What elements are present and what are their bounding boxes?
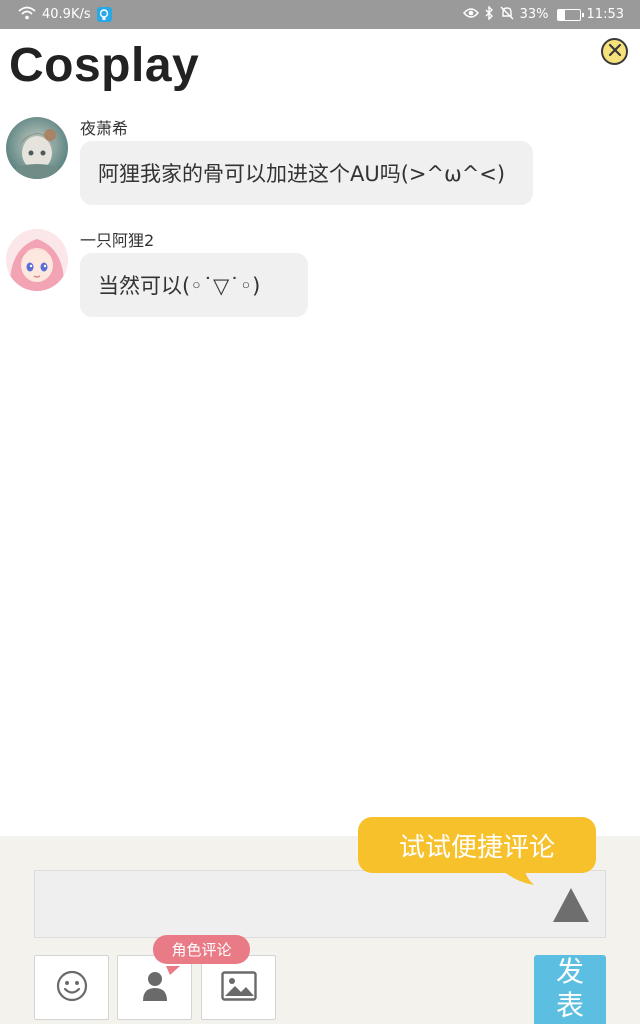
send-button[interactable]: 发表	[534, 955, 606, 1024]
username: 一只阿狸2	[80, 231, 155, 250]
image-button[interactable]	[201, 955, 276, 1020]
eye-icon	[462, 7, 479, 23]
status-right: 33% 11:53	[462, 4, 624, 24]
person-icon	[141, 970, 169, 1006]
clock: 11:53	[586, 7, 624, 22]
tooltip-tail	[496, 868, 536, 890]
emoji-button[interactable]	[34, 955, 109, 1020]
battery-level	[557, 9, 565, 20]
avatar[interactable]	[6, 117, 68, 179]
bell-off-icon	[500, 6, 514, 24]
close-button[interactable]	[601, 38, 628, 65]
status-left: 40.9K/s	[18, 6, 112, 24]
wifi-icon	[18, 6, 36, 24]
close-icon	[608, 42, 622, 61]
bluetooth-icon	[485, 4, 494, 24]
expand-button[interactable]	[552, 886, 590, 924]
triangle-up-icon	[552, 888, 590, 928]
send-label-char: 发	[555, 955, 584, 988]
quick-comment-tip[interactable]: 试试便捷评论	[358, 817, 596, 873]
message-bubble: 阿狸我家的骨可以加进这个AU吗(>^ω^<)	[80, 141, 533, 205]
role-comment-tag[interactable]: 角色评论	[153, 935, 250, 964]
send-label-char: 表	[555, 989, 584, 1022]
image-icon	[220, 970, 257, 1005]
smiley-icon	[56, 970, 88, 1006]
username: 夜萧希	[80, 119, 129, 138]
message-bubble: 当然可以(◦˙▽˙◦)	[80, 253, 308, 317]
status-bar: 40.9K/s 33% 11:53	[0, 0, 640, 29]
battery-percent: 33%	[519, 7, 549, 22]
avatar[interactable]	[6, 229, 68, 291]
app-screen: 40.9K/s 33% 11:53 Cosplay 夜萧希 阿狸我家的骨可以加进…	[0, 0, 640, 1024]
battery-icon	[556, 8, 584, 21]
lightbulb-icon	[96, 7, 112, 22]
network-speed: 40.9K/s	[42, 7, 91, 22]
page-title: Cosplay	[9, 39, 200, 92]
tooltip-tail	[166, 961, 184, 980]
